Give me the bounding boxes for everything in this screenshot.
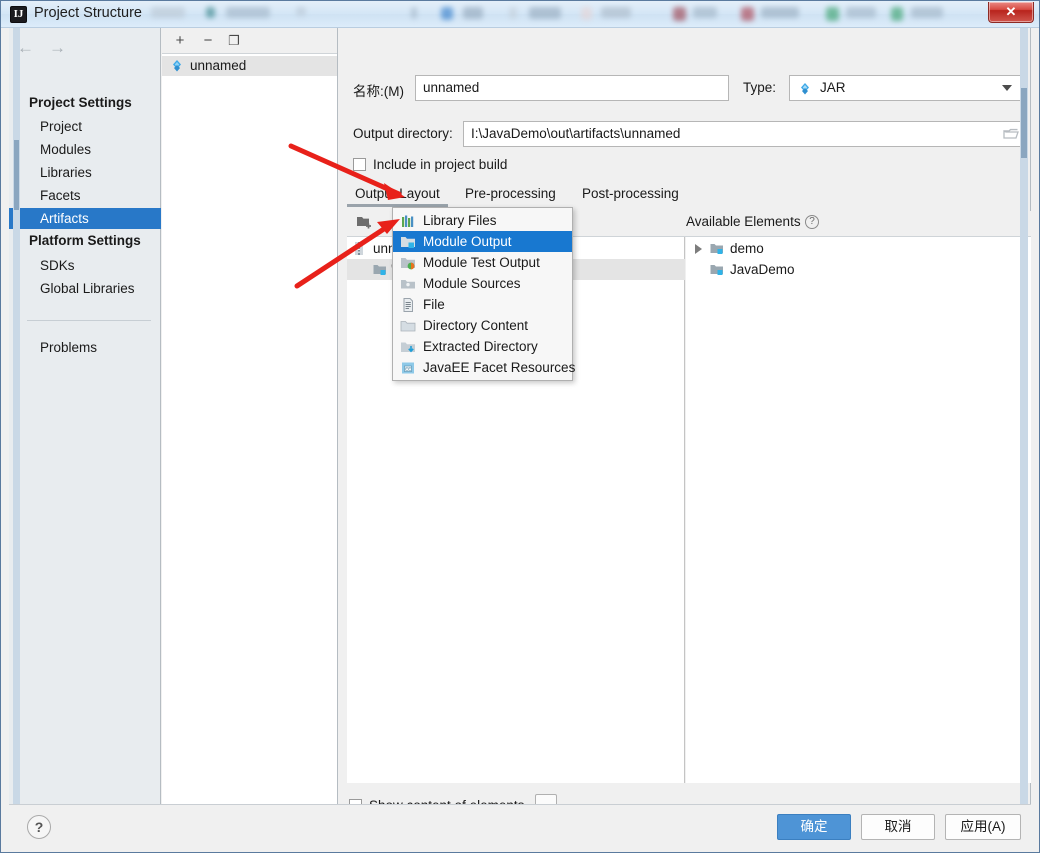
menu-item-module-output[interactable]: Module Output (393, 231, 572, 252)
apply-button[interactable]: 应用(A) (945, 814, 1021, 840)
menu-item-label: JavaEE Facet Resources (423, 360, 576, 375)
module-output-icon (401, 237, 415, 248)
library-files-icon (402, 215, 414, 227)
name-label: 名称:(M) (353, 84, 404, 99)
section-heading-project-settings: Project Settings (29, 95, 132, 110)
help-button[interactable]: ? (27, 815, 51, 839)
sidebar-item-artifacts[interactable]: Artifacts (9, 208, 161, 229)
menu-item-label: Module Output (423, 234, 512, 249)
sidebar-scrollbar-thumb[interactable] (14, 140, 19, 210)
section-heading-platform-settings: Platform Settings (29, 233, 141, 248)
jar-artifact-icon (173, 60, 181, 72)
available-tree-row-javademo[interactable]: JavaDemo (686, 259, 1031, 280)
settings-sidebar: ← → Project Settings Project Modules Lib… (9, 28, 161, 804)
output-directory-input[interactable]: I:\JavaDemo\out\artifacts\unnamed (463, 121, 1021, 147)
close-button[interactable]: ✕ (988, 2, 1034, 23)
available-tree-row-demo[interactable]: demo (686, 238, 1031, 259)
tab-pre-processing[interactable]: Pre-processing (465, 186, 556, 201)
sidebar-item-global-libraries[interactable]: Global Libraries (9, 278, 161, 299)
javaee-facet-resources-icon: EE (402, 362, 414, 374)
chevron-down-icon (1002, 85, 1012, 91)
extracted-directory-icon (401, 342, 415, 353)
window-titlebar: IJ Project Structure ✕ (1, 1, 1039, 28)
intellij-logo-icon: IJ (10, 6, 27, 23)
artifact-row-unnamed[interactable]: unnamed (162, 56, 337, 76)
add-artifact-button[interactable]: + (170, 32, 190, 50)
cancel-button[interactable]: 取消 (861, 814, 935, 840)
available-elements-help-icon[interactable]: ? (805, 215, 819, 229)
module-sources-icon (401, 280, 415, 289)
artifact-type-value: JAR (820, 80, 846, 95)
copy-artifact-button[interactable]: ❐ (224, 32, 244, 50)
sidebar-item-project[interactable]: Project (9, 116, 161, 137)
jar-icon (355, 242, 363, 255)
include-in-build-label: Include in project build (373, 157, 508, 172)
available-elements-label: Available Elements (686, 214, 801, 229)
sidebar-item-libraries[interactable]: Libraries (9, 162, 161, 183)
menu-item-extracted-directory[interactable]: Extracted Directory (393, 336, 572, 357)
menu-item-module-test-output[interactable]: Module Test Output (393, 252, 572, 273)
file-icon (403, 298, 413, 312)
available-tree-label-demo: demo (730, 241, 764, 256)
module-icon (710, 244, 723, 254)
dialog-content: ← → Project Settings Project Modules Lib… (9, 28, 1031, 846)
menu-item-library-files[interactable]: Library Files (393, 210, 572, 231)
sidebar-item-modules[interactable]: Modules (9, 139, 161, 160)
module-icon (710, 265, 723, 275)
menu-item-module-sources[interactable]: Module Sources (393, 273, 572, 294)
main-scrollbar-thumb[interactable] (1021, 88, 1027, 158)
sidebar-item-problems[interactable]: Problems (9, 337, 161, 358)
menu-item-label: File (423, 297, 445, 312)
artifact-editor-panel: 名称:(M) unnamed Type: JAR Output director… (339, 28, 1031, 816)
module-test-output-icon (401, 258, 415, 270)
sidebar-item-facets[interactable]: Facets (9, 185, 161, 206)
tab-post-processing[interactable]: Post-processing (582, 186, 679, 201)
available-elements-tree: demo JavaDemo (686, 237, 1031, 783)
menu-item-javaee-facet-resources[interactable]: EE JavaEE Facet Resources (393, 357, 576, 378)
remove-artifact-button[interactable]: − (198, 32, 218, 50)
ok-button[interactable]: 确定 (777, 814, 851, 840)
artifact-type-select[interactable]: JAR (789, 75, 1021, 101)
type-label: Type: (743, 80, 777, 95)
output-directory-label: Output directory: (353, 126, 453, 141)
folder-add-icon (357, 217, 371, 229)
include-in-build-checkbox[interactable] (353, 158, 366, 171)
nav-arrows: ← → (17, 38, 77, 60)
create-directory-button[interactable] (353, 214, 377, 234)
menu-item-label: Module Sources (423, 276, 521, 291)
menu-item-directory-content[interactable]: Directory Content (393, 315, 572, 336)
main-scrollbar-track[interactable] (1020, 28, 1028, 804)
jar-type-icon (801, 83, 809, 95)
sidebar-item-sdks[interactable]: SDKs (9, 255, 161, 276)
artifact-name-input[interactable]: unnamed (415, 75, 729, 101)
tab-output-layout[interactable]: Output Layout (347, 186, 448, 207)
artifacts-list-panel: + − ❐ unnamed (162, 28, 338, 804)
menu-item-label: Library Files (423, 213, 497, 228)
forward-arrow-icon[interactable]: → (49, 38, 66, 58)
menu-item-label: Module Test Output (423, 255, 540, 270)
browse-folder-icon[interactable] (1003, 127, 1019, 141)
window-title: Project Structure (34, 5, 142, 21)
artifact-row-label: unnamed (190, 58, 247, 73)
menu-item-label: Extracted Directory (423, 339, 538, 354)
artifacts-toolbar: + − ❐ (162, 28, 337, 54)
sidebar-scrollbar-track[interactable] (13, 28, 20, 804)
dialog-footer: ? 确定 取消 应用(A) (9, 804, 1031, 846)
svg-text:EE: EE (405, 366, 411, 371)
project-structure-window: IJ Project Structure ✕ ← → Project Setti… (0, 0, 1040, 853)
menu-item-file[interactable]: File (393, 294, 572, 315)
available-tree-label-javademo: JavaDemo (730, 262, 795, 277)
menu-item-label: Directory Content (423, 318, 529, 333)
module-output-icon (373, 265, 386, 275)
expand-triangle-icon[interactable] (695, 244, 702, 254)
directory-content-icon (400, 321, 416, 332)
sidebar-divider (27, 320, 151, 321)
add-element-context-menu: Library Files Module Output Module Test … (392, 207, 576, 381)
